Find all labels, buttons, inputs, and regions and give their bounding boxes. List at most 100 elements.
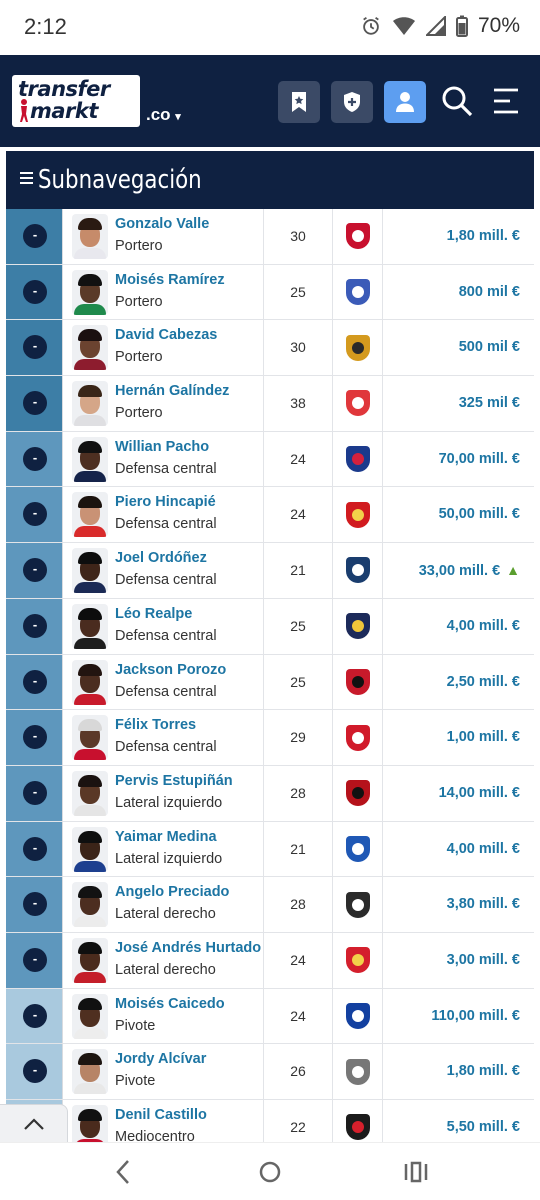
- market-value-link[interactable]: 2,50 mill. €: [447, 655, 520, 710]
- market-value-link[interactable]: 500 mil €: [459, 320, 520, 375]
- shirt-number-badge: -: [23, 613, 47, 638]
- player-name-link[interactable]: Denil Castillo: [115, 1107, 207, 1123]
- player-photo[interactable]: [72, 492, 108, 538]
- table-row[interactable]: - Yaimar Medina Lateral izquierdo 21 4,0…: [6, 821, 534, 878]
- player-photo[interactable]: [72, 826, 108, 872]
- recents-icon[interactable]: [404, 1159, 428, 1185]
- player-photo[interactable]: [72, 882, 108, 928]
- bookmark-button[interactable]: [278, 81, 320, 123]
- table-row[interactable]: - José Andrés Hurtado Lateral derecho 24…: [6, 932, 534, 989]
- table-row[interactable]: - Félix Torres Defensa central 29 1,00 m…: [6, 710, 534, 766]
- shield-button[interactable]: [331, 81, 373, 123]
- table-row[interactable]: - Angelo Preciado Lateral derecho 28 3,8…: [6, 877, 534, 933]
- player-name-link[interactable]: Gonzalo Valle: [115, 216, 209, 232]
- club-crest-cell[interactable]: [333, 209, 383, 264]
- menu-icon[interactable]: [492, 88, 520, 114]
- player-photo[interactable]: [72, 436, 108, 482]
- table-row[interactable]: - Hernán Galíndez Portero 38 325 mil €: [6, 376, 534, 432]
- player-name-link[interactable]: Moisés Caicedo: [115, 996, 225, 1012]
- table-row[interactable]: - Pervis Estupiñán Lateral izquierdo 28 …: [6, 765, 534, 822]
- player-photo[interactable]: [72, 659, 108, 705]
- club-crest-cell[interactable]: [333, 487, 383, 543]
- club-crest-cell[interactable]: [333, 821, 383, 877]
- club-crest-cell[interactable]: [333, 598, 383, 654]
- back-to-top-button[interactable]: [0, 1104, 68, 1142]
- club-crest-cell[interactable]: [333, 320, 383, 376]
- player-photo[interactable]: [72, 993, 108, 1039]
- market-value-link[interactable]: 1,00 mill. €: [447, 710, 520, 765]
- player-photo[interactable]: [72, 1049, 108, 1095]
- position-cell: -: [6, 877, 63, 932]
- player-photo[interactable]: [72, 770, 108, 816]
- player-name-link[interactable]: Moisés Ramírez: [115, 272, 225, 288]
- club-crest-icon: [345, 668, 370, 695]
- market-value-link[interactable]: 325 mil €: [459, 376, 520, 431]
- player-photo[interactable]: [72, 214, 108, 259]
- club-crest-cell[interactable]: [333, 1044, 383, 1099]
- table-row[interactable]: - Moisés Ramírez Portero 25 800 mil €: [6, 264, 534, 321]
- club-crest-cell[interactable]: [333, 710, 383, 765]
- table-row[interactable]: - David Cabezas Portero 30 500 mil €: [6, 320, 534, 377]
- table-row[interactable]: - Jackson Porozo Defensa central 25 2,50…: [6, 654, 534, 711]
- home-icon[interactable]: [258, 1159, 282, 1185]
- market-value-link[interactable]: 3,80 mill. €: [447, 877, 520, 932]
- club-crest-cell[interactable]: [333, 765, 383, 821]
- player-name-link[interactable]: Jackson Porozo: [115, 662, 226, 678]
- domain-selector[interactable]: .co ▾: [146, 105, 181, 125]
- player-name-link[interactable]: Angelo Preciado: [115, 884, 229, 900]
- player-name-link[interactable]: Félix Torres: [115, 717, 196, 733]
- position-cell: -: [6, 932, 63, 988]
- club-crest-cell[interactable]: [333, 654, 383, 710]
- table-row[interactable]: - Piero Hincapié Defensa central 24 50,0…: [6, 487, 534, 544]
- market-value-link[interactable]: 800 mil €: [459, 265, 520, 320]
- transfermarkt-logo[interactable]: transfer markt: [12, 75, 140, 127]
- player-name-link[interactable]: Joel Ordóñez: [115, 550, 207, 566]
- market-value-link[interactable]: 70,00 mill. €: [439, 432, 520, 487]
- player-name-link[interactable]: Pervis Estupiñán: [115, 773, 233, 789]
- player-photo[interactable]: [72, 381, 108, 427]
- table-row[interactable]: - Gonzalo Valle Portero 30 1,80 mill. €: [6, 209, 534, 265]
- player-name-link[interactable]: Piero Hincapié: [115, 494, 216, 510]
- table-row[interactable]: - Joel Ordóñez Defensa central 21 33,00 …: [6, 543, 534, 599]
- player-photo[interactable]: [72, 325, 108, 371]
- player-name-link[interactable]: José Andrés Hurtado: [115, 940, 261, 956]
- user-button[interactable]: [384, 81, 426, 123]
- search-icon[interactable]: [441, 85, 473, 117]
- market-value-link[interactable]: 1,80 mill. €: [447, 1044, 520, 1099]
- market-value-link[interactable]: 4,00 mill. €: [447, 822, 520, 877]
- market-value-link[interactable]: 50,00 mill. €: [439, 487, 520, 542]
- market-value-link[interactable]: 110,00 mill. €: [431, 989, 520, 1044]
- club-crest-cell[interactable]: [333, 264, 383, 320]
- market-value-link[interactable]: 1,80 mill. €: [447, 209, 520, 264]
- club-crest-cell[interactable]: [333, 543, 383, 598]
- club-crest-cell[interactable]: [333, 932, 383, 988]
- player-photo[interactable]: [72, 269, 108, 315]
- club-crest-cell[interactable]: [333, 877, 383, 932]
- market-value-link[interactable]: 14,00 mill. €: [439, 766, 520, 821]
- player-photo[interactable]: [72, 548, 108, 594]
- player-name-link[interactable]: David Cabezas: [115, 327, 217, 343]
- table-row[interactable]: - Willian Pacho Defensa central 24 70,00…: [6, 431, 534, 488]
- player-photo[interactable]: [72, 603, 108, 649]
- market-value-link[interactable]: 33,00 mill. € ▲: [419, 543, 520, 599]
- player-photo[interactable]: [72, 937, 108, 983]
- table-row[interactable]: - Jordy Alcívar Pivote 26 1,80 mill. €: [6, 1044, 534, 1100]
- back-icon[interactable]: [114, 1159, 132, 1185]
- club-crest-cell[interactable]: [333, 988, 383, 1044]
- market-value-link[interactable]: 3,00 mill. €: [447, 933, 520, 988]
- player-age: 24: [263, 431, 333, 487]
- market-value-text: 1,80 mill. €: [446, 1063, 520, 1080]
- player-name-link[interactable]: Willian Pacho: [115, 439, 209, 455]
- battery-percent: 70%: [477, 14, 520, 37]
- player-name-link[interactable]: Jordy Alcívar: [115, 1051, 206, 1067]
- player-photo[interactable]: [72, 715, 108, 761]
- table-row[interactable]: - Léo Realpe Defensa central 25 4,00 mil…: [6, 598, 534, 655]
- club-crest-cell[interactable]: [333, 431, 383, 487]
- player-name-link[interactable]: Léo Realpe: [115, 606, 192, 622]
- player-name-link[interactable]: Hernán Galíndez: [115, 383, 229, 399]
- market-value-link[interactable]: 4,00 mill. €: [447, 599, 520, 654]
- club-crest-cell[interactable]: [333, 376, 383, 431]
- subnavigation-bar[interactable]: Subnavegación: [6, 151, 534, 209]
- player-name-link[interactable]: Yaimar Medina: [115, 829, 217, 845]
- table-row[interactable]: - Moisés Caicedo Pivote 24 110,00 mill. …: [6, 988, 534, 1045]
